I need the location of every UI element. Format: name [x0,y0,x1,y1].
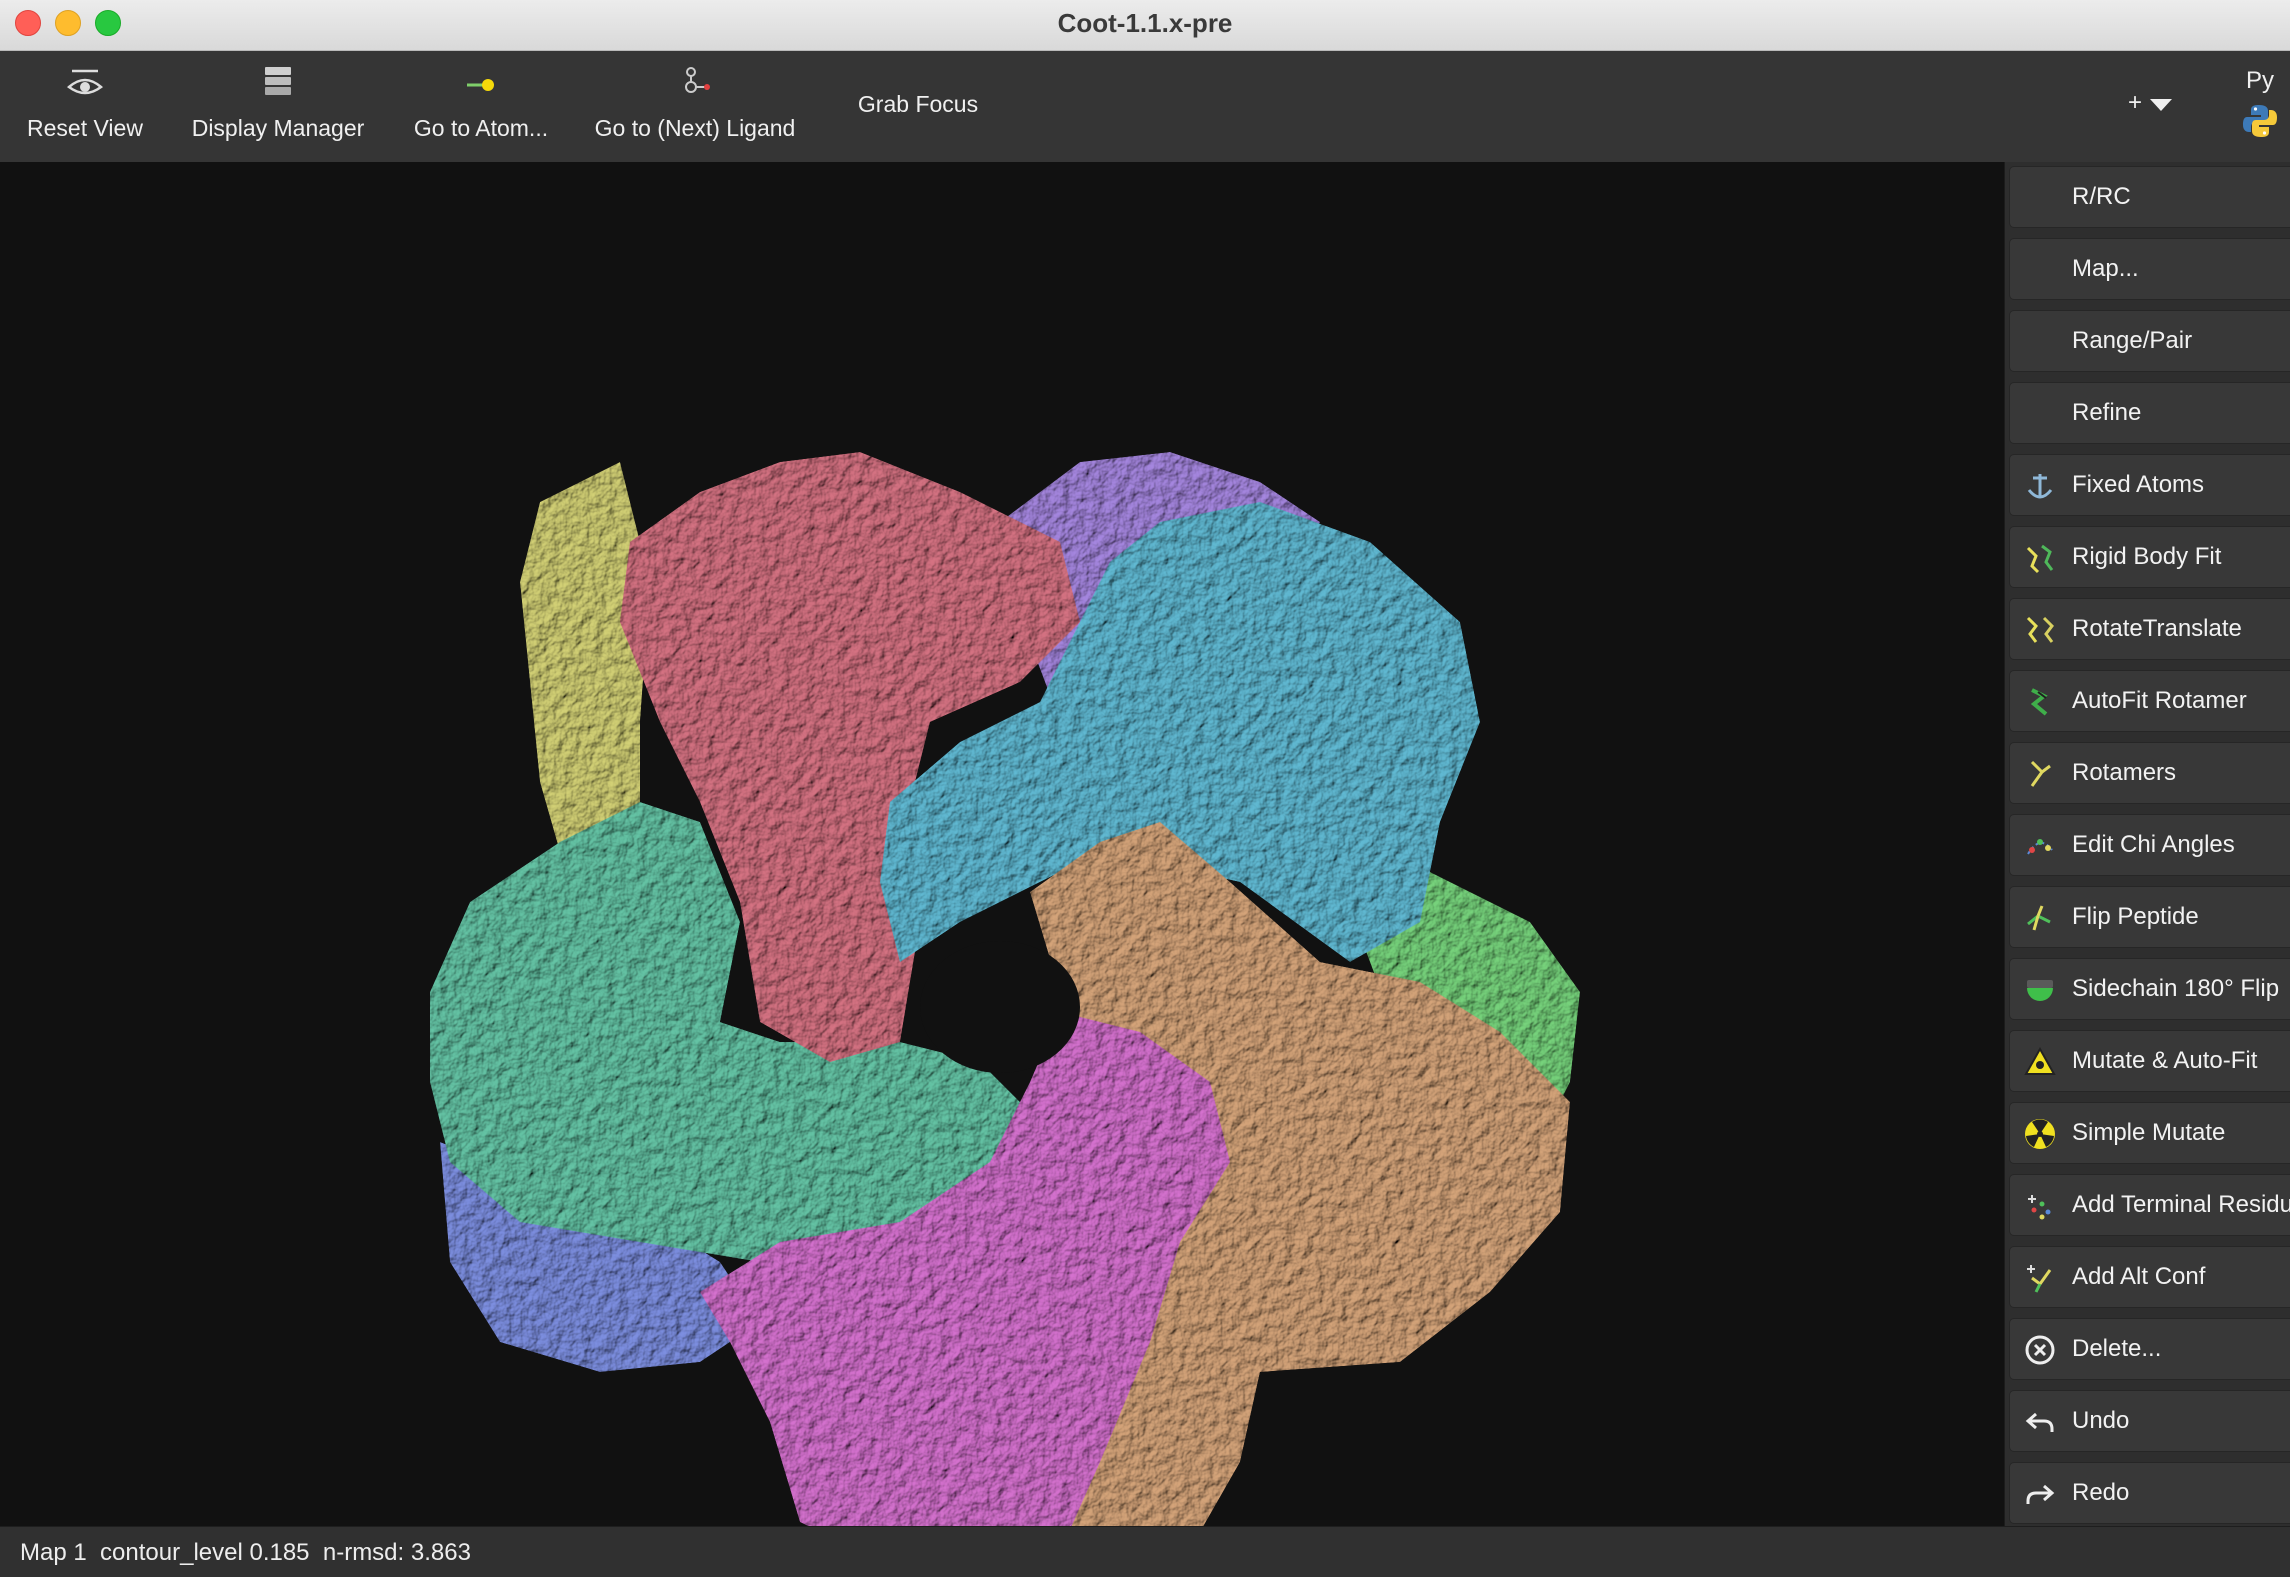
edit-chi-angles-button[interactable]: Edit Chi Angles [2009,814,2290,876]
refine-label: Refine [2072,399,2142,426]
grab-focus-label: Grab Focus [857,91,979,117]
go-to-atom-button[interactable]: Go to Atom... [405,51,557,162]
python-button[interactable]: Py [2238,63,2282,153]
rigid-body-fit-button[interactable]: Rigid Body Fit [2009,526,2290,588]
python-logo-icon [2243,105,2277,137]
central-pore [920,941,1080,1073]
reset-view-button[interactable]: Reset View [10,51,160,162]
rotamers-icon [2030,760,2051,787]
autofit-rotamer-icon [2030,688,2048,716]
fixed-atoms-button[interactable]: Fixed Atoms [2009,454,2290,516]
add-terminal-residue-button[interactable]: Add Terminal Residue [2009,1174,2290,1236]
mutate-autofit-button[interactable]: Mutate & Auto-Fit [2009,1030,2290,1092]
mutate-autofit-icon [2024,1046,2056,1075]
eye-icon [67,69,103,95]
simple-mutate-label: Simple Mutate [2072,1119,2226,1146]
ligand-icon [685,67,710,93]
redo-button[interactable]: Redo [2009,1462,2290,1524]
display-manager-label: Display Manager [191,115,365,141]
main-toolbar: Reset View Display Manager Go to Atom...… [0,51,2290,163]
flip-peptide-button[interactable]: Flip Peptide [2009,886,2290,948]
flip-peptide-label: Flip Peptide [2072,903,2199,930]
go-to-next-ligand-button[interactable]: Go to (Next) Ligand [590,51,800,162]
go-to-atom-icon [467,79,494,91]
alt-conf-icon [2027,1265,2052,1293]
python-label: Py [2245,67,2274,94]
redo-icon [2026,1484,2055,1504]
go-to-next-ligand-label: Go to (Next) Ligand [594,115,796,141]
rotate-translate-icon [2026,616,2054,643]
model-fit-refine-toolbar: R/RC Map... Range/Pair Refine Fixed Atom… [2004,162,2290,1526]
mutate-autofit-label: Mutate & Auto-Fit [2072,1047,2258,1074]
delete-icon [2025,1335,2055,1365]
edit-chi-angles-label: Edit Chi Angles [2072,831,2235,858]
rigid-body-fit-label: Rigid Body Fit [2072,543,2222,570]
molecular-graphics-viewport[interactable] [0,162,2004,1526]
undo-button[interactable]: Undo [2009,1390,2290,1452]
display-manager-button[interactable]: Display Manager [185,51,371,162]
autofit-rotamer-button[interactable]: AutoFit Rotamer [2009,670,2290,732]
add-terminal-residue-label: Add Terminal Residue [2072,1191,2290,1218]
status-bar: Map 1 contour_level 0.185 n-rmsd: 3.863 [0,1526,2290,1577]
rotate-translate-button[interactable]: RotateTranslate [2009,598,2290,660]
undo-label: Undo [2072,1407,2130,1434]
rigid-body-icon [2026,544,2054,574]
chevron-down-icon [2150,99,2172,111]
rotamers-label: Rotamers [2072,759,2177,786]
add-alt-conf-button[interactable]: Add Alt Conf [2009,1246,2290,1308]
undo-icon [2025,1412,2054,1432]
range-pair-button[interactable]: Range/Pair [2009,310,2290,372]
range-pair-label: Range/Pair [2072,327,2193,354]
grab-focus-button[interactable]: Grab Focus [850,51,986,162]
autofit-rotamer-label: AutoFit Rotamer [2072,687,2247,714]
add-alt-conf-label: Add Alt Conf [2072,1263,2206,1290]
plus-icon: + [2128,89,2143,116]
add-terminal-icon [2028,1195,2051,1220]
map-label: Map... [2072,255,2139,282]
status-text: Map 1 contour_level 0.185 n-rmsd: 3.863 [20,1539,471,1566]
anchor-icon [2027,474,2053,499]
fixed-atoms-label: Fixed Atoms [2072,471,2205,498]
flip-peptide-icon [2027,905,2051,931]
r-rc-label: R/RC [2072,183,2131,210]
rotate-translate-label: RotateTranslate [2072,615,2242,642]
refine-button[interactable]: Refine [2009,382,2290,444]
sidechain-180-flip-label: Sidechain 180° Flip [2072,975,2280,1002]
map-button[interactable]: Map... [2009,238,2290,300]
sidechain-180-flip-button[interactable]: Sidechain 180° Flip [2009,958,2290,1020]
title-bar: Coot-1.1.x-pre [0,0,2290,51]
sidechain-flip-icon [2027,980,2053,1001]
display-manager-icon [265,67,291,95]
simple-mutate-button[interactable]: Simple Mutate [2009,1102,2290,1164]
add-menu-button[interactable]: + [2120,87,2180,123]
simple-mutate-icon [2025,1119,2055,1149]
redo-label: Redo [2072,1479,2130,1506]
r-rc-button[interactable]: R/RC [2009,166,2290,228]
rotamers-button[interactable]: Rotamers [2009,742,2290,804]
window-title: Coot-1.1.x-pre [1057,8,1233,38]
chi-angles-icon [2027,839,2053,855]
reset-view-label: Reset View [27,115,143,141]
delete-button[interactable]: Delete... [2009,1318,2290,1380]
protein-surface-render [430,452,1580,1526]
go-to-atom-label: Go to Atom... [413,115,549,141]
delete-label: Delete... [2072,1335,2162,1362]
